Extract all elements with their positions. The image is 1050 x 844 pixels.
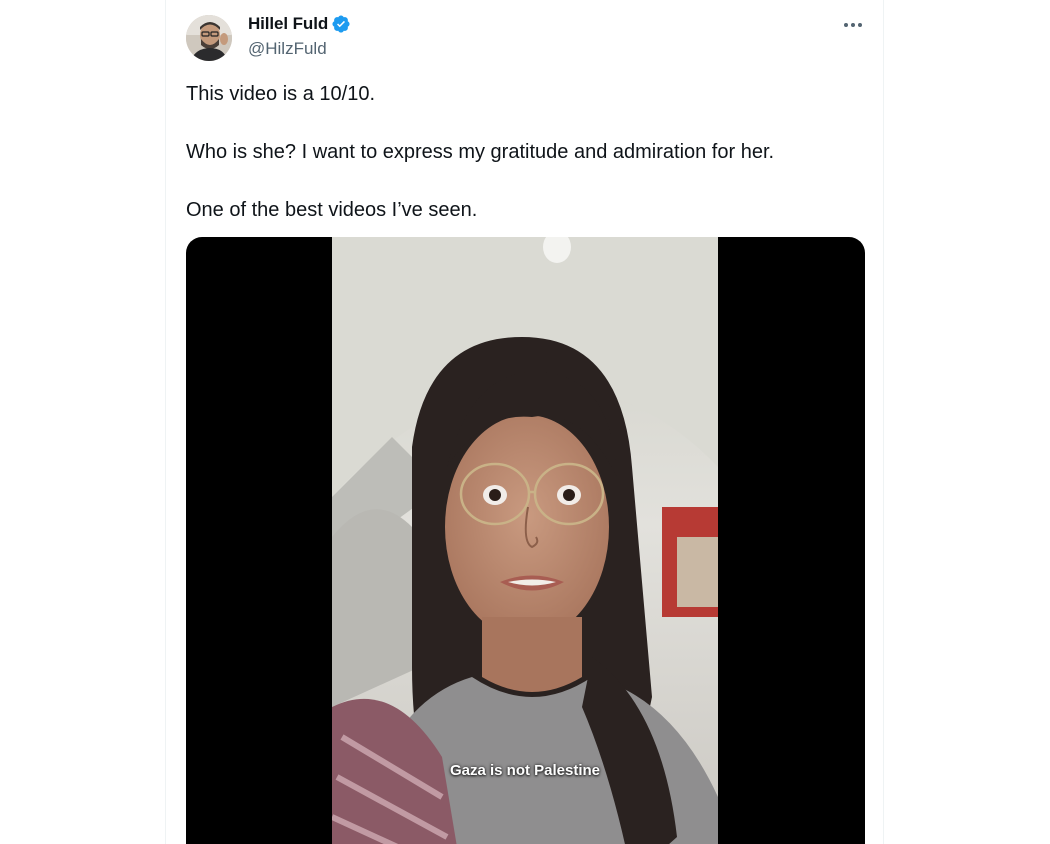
display-name[interactable]: Hillel Fuld	[248, 14, 328, 34]
tweet-text: This video is a 10/10. Who is she? I wan…	[186, 80, 866, 254]
author-name-row[interactable]: Hillel Fuld	[248, 14, 351, 34]
avatar[interactable]	[186, 15, 232, 61]
page: Hillel Fuld @HilzFuld This video is a 10…	[0, 0, 1050, 844]
author-handle[interactable]: @HilzFuld	[248, 39, 327, 59]
video-caption: Gaza is not Palestine	[449, 762, 601, 779]
video-frame: Gaza is not Palestine	[332, 237, 718, 844]
tweet-paragraph: This video is a 10/10.	[186, 83, 375, 105]
tweet-column: Hillel Fuld @HilzFuld This video is a 10…	[165, 0, 884, 844]
video-player[interactable]: Gaza is not Palestine	[186, 237, 865, 844]
video-still	[332, 237, 718, 844]
avatar-image	[186, 15, 232, 61]
more-options-button[interactable]	[838, 12, 868, 38]
tweet-paragraph: One of the best videos I’ve seen.	[186, 199, 478, 221]
more-horizontal-icon	[844, 23, 862, 27]
verified-badge-icon	[331, 14, 351, 34]
tweet-paragraph: Who is she? I want to express my gratitu…	[186, 141, 775, 163]
